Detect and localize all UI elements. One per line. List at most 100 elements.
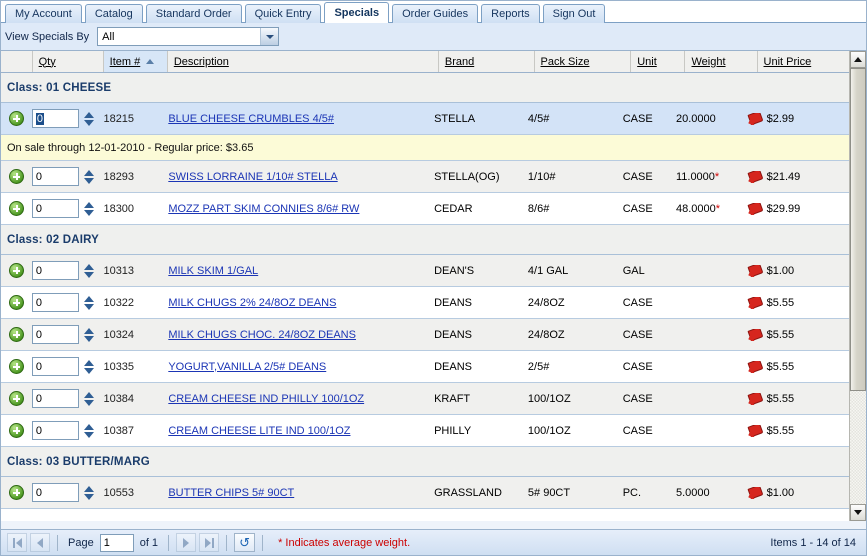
tab-quick-entry[interactable]: Quick Entry [244,4,322,23]
quantity-stepper[interactable] [83,423,96,438]
table-row[interactable]: 0 10324 MILK CHUGS CHOC. 24/8OZ DEANS DEANS… [1,319,849,351]
table-row[interactable]: 0 10387 CREAM CHEESE LITE IND 100/1OZ PHILL… [1,415,849,447]
scrollbar-track[interactable] [850,68,866,504]
table-row[interactable]: 0 18215 BLUE CHEESE CRUMBLES 4/5# STELLA 4/5… [1,103,849,135]
table-row[interactable]: 0 10322 MILK CHUGS 2% 24/8OZ DEANS DEANS 24/… [1,287,849,319]
quantity-input[interactable]: 0 [31,421,79,440]
column-header-brand[interactable]: Brand [439,51,535,72]
previous-page-button[interactable] [30,533,50,552]
quantity-input[interactable]: 0 [31,293,79,312]
stepper-down-icon[interactable] [84,119,95,126]
quantity-input[interactable]: 0 [31,167,79,186]
quantity-input[interactable]: 0 [31,389,79,408]
table-row[interactable]: 0 10313 MILK SKIM 1/GAL DEAN'S 4/1 GAL GAL $1.… [1,255,849,287]
add-circle-icon[interactable] [8,391,24,406]
scroll-up-button[interactable] [850,51,866,68]
stepper-up-icon[interactable] [84,423,95,430]
stepper-up-icon[interactable] [84,391,95,398]
quantity-input[interactable]: 0 [31,483,79,502]
product-description-link[interactable]: MILK CHUGS 2% 24/8OZ DEANS [168,297,336,309]
quantity-stepper[interactable] [83,295,96,310]
stepper-down-icon[interactable] [84,399,95,406]
first-page-button[interactable] [7,533,27,552]
add-circle-icon[interactable] [8,485,24,500]
stepper-down-icon[interactable] [84,335,95,342]
column-header-pack[interactable]: Pack Size [535,51,632,72]
stepper-down-icon[interactable] [84,177,95,184]
pack-size-cell: 4/1 GAL [527,264,569,277]
quantity-stepper[interactable] [83,201,96,216]
stepper-down-icon[interactable] [84,303,95,310]
table-row[interactable]: 0 18300 MOZZ PART SKIM CONNIES 8/6# RW CEDA… [1,193,849,225]
quantity-stepper[interactable] [83,169,96,184]
tab-specials[interactable]: Specials [324,2,390,23]
column-header-item[interactable]: Item # [103,51,168,72]
stepper-up-icon[interactable] [84,201,95,208]
product-description-link[interactable]: CREAM CHEESE IND PHILLY 100/1OZ [168,393,364,405]
scroll-down-button[interactable] [850,504,866,521]
add-circle-icon[interactable] [8,169,24,184]
tab-catalog[interactable]: Catalog [84,4,143,23]
quantity-input[interactable]: 0 [31,261,79,280]
product-description-link[interactable]: SWISS LORRAINE 1/10# STELLA [168,171,337,183]
next-page-button[interactable] [176,533,197,552]
quantity-stepper[interactable] [83,263,96,278]
stepper-down-icon[interactable] [84,431,95,438]
chevron-down-icon[interactable] [260,28,279,45]
tab-reports[interactable]: Reports [481,4,540,23]
stepper-down-icon[interactable] [84,493,95,500]
stepper-down-icon[interactable] [84,367,95,374]
add-circle-icon[interactable] [8,263,24,278]
stepper-up-icon[interactable] [84,359,95,366]
tab-sign-out[interactable]: Sign Out [542,4,606,23]
stepper-down-icon[interactable] [84,271,95,278]
grid-vertical-scrollbar[interactable] [849,51,866,521]
stepper-up-icon[interactable] [84,327,95,334]
stepper-up-icon[interactable] [84,169,95,176]
page-number-input[interactable]: 1 [99,533,134,552]
scrollbar-thumb[interactable] [850,68,866,391]
add-circle-icon[interactable] [8,423,24,438]
product-description-link[interactable]: BLUE CHEESE CRUMBLES 4/5# [168,113,334,125]
product-description-link[interactable]: YOGURT,VANILLA 2/5# DEANS [168,361,326,373]
quantity-input[interactable]: 0 [31,325,79,344]
quantity-input[interactable]: 0 [31,109,79,128]
quantity-stepper[interactable] [83,111,96,126]
quantity-stepper[interactable] [83,485,96,500]
table-row[interactable]: 0 18293 SWISS LORRAINE 1/10# STELLA STELLA(… [1,161,849,193]
refresh-icon[interactable]: ↺ [234,533,256,552]
table-row[interactable]: 0 10335 YOGURT,VANILLA 2/5# DEANS DEANS 2/5#… [1,351,849,383]
tab-my-account[interactable]: My Account [5,4,82,23]
stepper-up-icon[interactable] [84,485,95,492]
quantity-input[interactable]: 0 [31,357,79,376]
product-description-link[interactable]: MILK SKIM 1/GAL [168,265,258,277]
view-specials-by-select[interactable]: All [97,27,280,46]
add-circle-icon[interactable] [8,295,24,310]
quantity-input[interactable]: 0 [31,199,79,218]
add-circle-icon[interactable] [8,201,24,216]
add-circle-icon[interactable] [8,359,24,374]
item-number-cell: 18300 [103,202,135,215]
column-header-weight[interactable]: Weight [685,51,758,72]
stepper-up-icon[interactable] [84,111,95,118]
column-header-unit[interactable]: Unit [631,51,686,72]
tab-standard-order[interactable]: Standard Order [145,4,242,23]
quantity-stepper[interactable] [83,359,96,374]
product-description-link[interactable]: CREAM CHEESE LITE IND 100/1OZ [168,425,350,437]
table-row[interactable]: 0 10553 BUTTER CHIPS 5# 90CT GRASSLAND 5# 90… [1,477,849,509]
table-row[interactable]: 0 10384 CREAM CHEESE IND PHILLY 100/1OZ KRA… [1,383,849,415]
column-header-qty[interactable]: Qty [33,51,104,72]
add-circle-icon[interactable] [8,327,24,342]
product-description-link[interactable]: MOZZ PART SKIM CONNIES 8/6# RW [168,203,359,215]
stepper-down-icon[interactable] [84,209,95,216]
quantity-stepper[interactable] [83,391,96,406]
product-description-link[interactable]: BUTTER CHIPS 5# 90CT [168,487,294,499]
add-circle-icon[interactable] [8,111,24,126]
product-description-link[interactable]: MILK CHUGS CHOC. 24/8OZ DEANS [168,329,356,341]
column-header-desc[interactable]: Description [168,51,439,72]
stepper-up-icon[interactable] [84,263,95,270]
tab-order-guides[interactable]: Order Guides [392,4,479,23]
last-page-button[interactable] [199,533,220,552]
quantity-stepper[interactable] [83,327,96,342]
stepper-up-icon[interactable] [84,295,95,302]
